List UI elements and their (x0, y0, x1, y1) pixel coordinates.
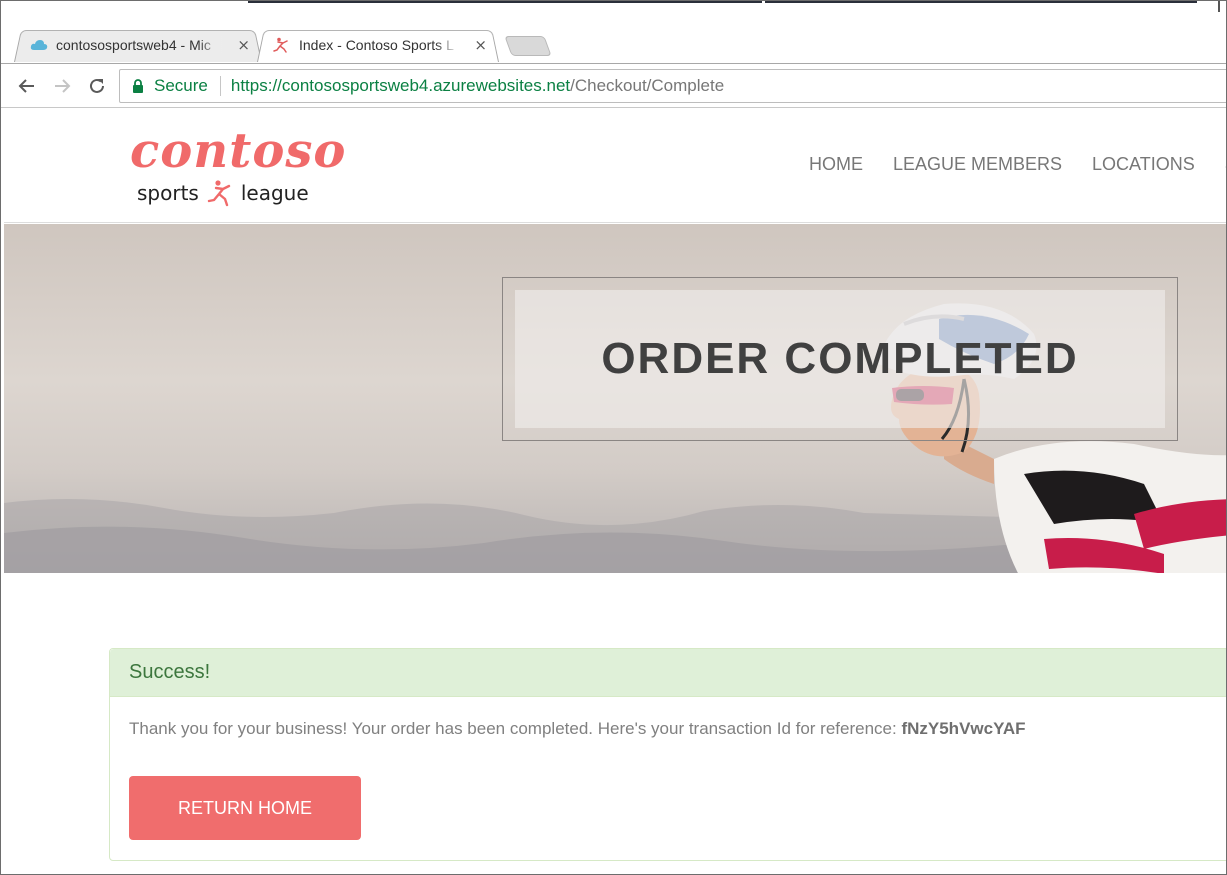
arrow-right-icon (55, 79, 71, 93)
title-bar-accent (248, 0, 762, 3)
runner-favicon-icon (273, 37, 288, 53)
title-bar-accent (765, 0, 1197, 3)
alert-message: Thank you for your business! Your order … (129, 719, 902, 738)
hero-title: ORDER COMPLETED (601, 334, 1079, 383)
logo-wordmark: contoso (130, 123, 347, 179)
url-host: https://contososportsweb4.azurewebsites.… (230, 76, 571, 95)
cloud-icon (30, 40, 48, 50)
main-nav: HOME LEAGUE MEMBERS LOCATIONS S (809, 154, 1227, 175)
alert-heading: Success! (110, 649, 1227, 697)
tab-strip: contososportsweb4 - Mic × Index - Contos… (0, 0, 1227, 64)
divider (219, 76, 221, 96)
nav-home[interactable]: HOME (809, 154, 863, 175)
reload-button[interactable] (85, 74, 109, 98)
window-edge (1218, 0, 1220, 12)
site-header: contoso sports league HOME LEAGUE MEMBER… (4, 109, 1227, 223)
arrow-left-icon (18, 79, 34, 93)
tab-azure-portal[interactable]: contososportsweb4 - Mic × (14, 28, 262, 62)
url-path: /Checkout/Complete (570, 76, 725, 95)
hero-title-box: ORDER COMPLETED (515, 290, 1165, 428)
forward-button[interactable] (50, 74, 74, 98)
logo-sub-right: league (240, 181, 309, 205)
contoso-logo[interactable]: contoso sports league (130, 123, 350, 213)
nav-league-members[interactable]: LEAGUE MEMBERS (893, 154, 1062, 175)
success-alert: Success! Thank you for your business! Yo… (109, 648, 1227, 861)
runner-icon (207, 180, 231, 207)
reload-icon (90, 78, 104, 93)
hero-banner: ORDER COMPLETED (4, 224, 1227, 573)
close-tab-icon[interactable]: × (237, 36, 250, 54)
back-button[interactable] (15, 74, 39, 98)
web-page: contoso sports league HOME LEAGUE MEMBER… (4, 109, 1227, 875)
nav-locations[interactable]: LOCATIONS (1092, 154, 1195, 175)
browser-toolbar: Secure https://contososportsweb4.azurewe… (0, 63, 1227, 108)
secure-label: Secure (154, 76, 208, 95)
return-home-button[interactable]: RETURN HOME (129, 776, 361, 840)
tab-contoso-sports[interactable]: Index - Contoso Sports L × (257, 28, 499, 62)
lock-icon (133, 79, 143, 93)
transaction-id: fNzY5hVwcYAF (901, 719, 1026, 738)
alert-body: Thank you for your business! Your order … (110, 697, 1227, 761)
new-tab-button[interactable] (504, 36, 552, 56)
address-bar[interactable]: Secure https://contososportsweb4.azurewe… (119, 69, 1227, 103)
logo-subtitle: sports league (137, 179, 309, 207)
close-tab-icon[interactable]: × (474, 36, 487, 54)
logo-sub-left: sports (137, 181, 199, 205)
